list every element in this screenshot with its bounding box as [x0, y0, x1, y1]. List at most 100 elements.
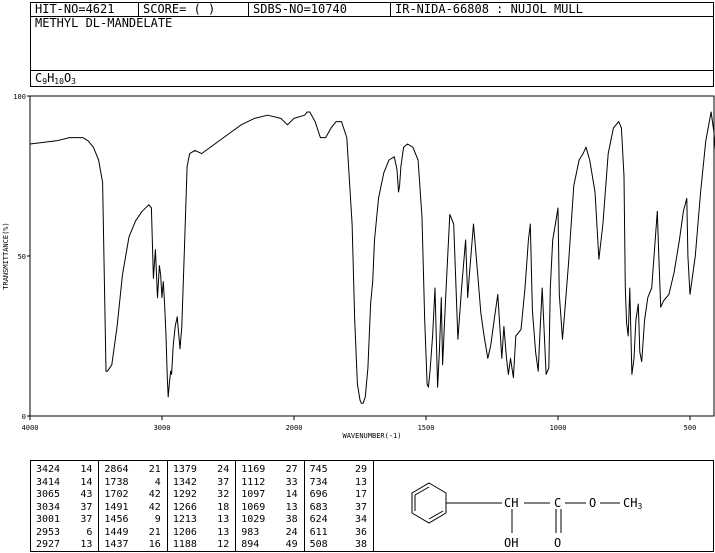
- peak-row: 1029 38: [236, 514, 303, 527]
- peak-row: 2864 21: [99, 464, 166, 477]
- peak-wavenumber: 1702: [104, 489, 129, 500]
- peak-transmittance: 42: [148, 489, 161, 500]
- peak-wavenumber: 734: [309, 476, 328, 488]
- peak-wavenumber: 3065: [36, 489, 61, 500]
- peak-row: 1188 12: [168, 539, 235, 552]
- peak-transmittance: 37: [80, 501, 93, 513]
- peak-row: 894 49: [236, 539, 303, 552]
- peak-transmittance: 4: [154, 476, 161, 488]
- peak-transmittance: 43: [80, 489, 93, 500]
- peak-row: 1456 9: [99, 514, 166, 527]
- peak-wavenumber: 2927: [36, 539, 61, 550]
- peak-transmittance: 27: [285, 464, 298, 475]
- peak-row: 1213 13: [168, 514, 235, 527]
- peak-row: 734 13: [305, 477, 373, 490]
- peak-wavenumber: 1738: [104, 476, 129, 488]
- peak-transmittance: 38: [354, 539, 368, 550]
- peak-row: 696 17: [305, 489, 373, 502]
- peak-wavenumber: 508: [309, 539, 328, 550]
- peak-wavenumber: 696: [309, 489, 328, 500]
- peak-transmittance: 18: [217, 501, 230, 513]
- peak-transmittance: 14: [285, 489, 298, 500]
- x-axis: 4000 3000 2000 1500 1000 500: [22, 416, 696, 432]
- x-tick-label: 3000: [154, 424, 171, 432]
- peak-transmittance: 32: [217, 489, 230, 500]
- peak-row: 1292 32: [168, 489, 235, 502]
- peak-wavenumber: 1169: [241, 464, 266, 475]
- structure-diagram: CH C O CH3 OH O: [411, 482, 642, 550]
- peak-table: 3424 14 3414 14 3065 43 3034 37 3001 37 2953 6 2927 1…: [30, 460, 374, 552]
- peak-transmittance: 49: [285, 539, 298, 550]
- peak-row: 1437 16: [99, 539, 166, 552]
- peak-wavenumber: 1097: [241, 489, 266, 500]
- peak-column: 745 29 734 13 696 17 683 37 624 34 611 36 508 38: [305, 461, 373, 551]
- peak-row: 508 38: [305, 539, 373, 552]
- peak-wavenumber: 1379: [172, 464, 197, 475]
- peak-transmittance: 21: [148, 526, 161, 538]
- peak-row: 1169 27: [236, 464, 303, 477]
- peak-row: 1491 42: [99, 502, 166, 515]
- peak-wavenumber: 3034: [36, 501, 61, 513]
- peak-row: 1069 13: [236, 502, 303, 515]
- peak-transmittance: 42: [148, 501, 161, 513]
- structure-box: CH C O CH3 OH O: [373, 460, 714, 552]
- peak-wavenumber: 1292: [172, 489, 197, 500]
- ester-oxygen: O: [589, 496, 596, 510]
- peak-wavenumber: 611: [309, 526, 328, 538]
- peak-row: 1379 24: [168, 464, 235, 477]
- peak-transmittance: 37: [80, 514, 93, 525]
- peak-wavenumber: 1491: [104, 501, 129, 513]
- peak-transmittance: 21: [148, 464, 161, 475]
- peak-transmittance: 13: [217, 526, 230, 538]
- peak-column: 1379 24 1342 37 1292 32 1266 18 1213 13 1206 13 1188…: [168, 461, 237, 552]
- hydroxyl-group: OH: [504, 536, 518, 550]
- ch-group: CH: [504, 496, 518, 510]
- peak-row: 3065 43: [31, 489, 98, 502]
- peak-wavenumber: 745: [309, 464, 328, 475]
- peak-transmittance: 12: [217, 539, 230, 550]
- peak-wavenumber: 2953: [36, 526, 61, 538]
- peak-wavenumber: 1342: [172, 476, 197, 488]
- spectrum-line: [29, 111, 715, 404]
- peak-wavenumber: 2864: [104, 464, 129, 475]
- peak-transmittance: 16: [148, 539, 161, 550]
- peak-wavenumber: 1456: [104, 514, 129, 525]
- peak-wavenumber: 1029: [241, 514, 266, 525]
- peak-transmittance: 13: [80, 539, 93, 550]
- peak-row: 1342 37: [168, 477, 235, 490]
- peak-wavenumber: 983: [241, 526, 260, 538]
- peak-transmittance: 6: [86, 526, 93, 538]
- peak-transmittance: 36: [354, 526, 368, 538]
- peak-row: 1738 4: [99, 477, 166, 490]
- peak-transmittance: 38: [285, 514, 298, 525]
- peak-row: 3001 37: [31, 514, 98, 527]
- peak-row: 1266 18: [168, 502, 235, 515]
- x-axis-label: WAVENUMBER(-1): [342, 432, 401, 440]
- peak-transmittance: 13: [285, 501, 298, 513]
- peak-wavenumber: 1112: [241, 476, 266, 488]
- peak-wavenumber: 3424: [36, 464, 61, 475]
- peak-transmittance: 17: [354, 489, 368, 500]
- peak-row: 3424 14: [31, 464, 98, 477]
- peak-transmittance: 9: [154, 514, 161, 525]
- peak-transmittance: 33: [285, 476, 298, 488]
- peak-transmittance: 34: [354, 514, 368, 525]
- peak-wavenumber: 1069: [241, 501, 266, 513]
- peak-row: 2927 13: [31, 539, 98, 552]
- peak-wavenumber: 1206: [172, 526, 197, 538]
- peak-row: 2953 6: [31, 527, 98, 540]
- peak-transmittance: 24: [285, 526, 298, 538]
- peak-wavenumber: 1449: [104, 526, 129, 538]
- carbonyl-oxygen: O: [554, 536, 561, 550]
- peak-wavenumber: 624: [309, 514, 328, 525]
- peak-transmittance: 13: [217, 514, 230, 525]
- peak-transmittance: 13: [354, 476, 368, 488]
- y-tick-label: 50: [18, 253, 26, 261]
- peak-row: 3034 37: [31, 502, 98, 515]
- peak-row: 1112 33: [236, 477, 303, 490]
- peak-row: 1702 42: [99, 489, 166, 502]
- peak-wavenumber: 1266: [172, 501, 197, 513]
- peak-column: 2864 21 1738 4 1702 42 1491 42 1456 9 1449 21 1437 16: [99, 461, 168, 552]
- peak-transmittance: 37: [217, 476, 230, 488]
- peak-wavenumber: 3414: [36, 476, 61, 488]
